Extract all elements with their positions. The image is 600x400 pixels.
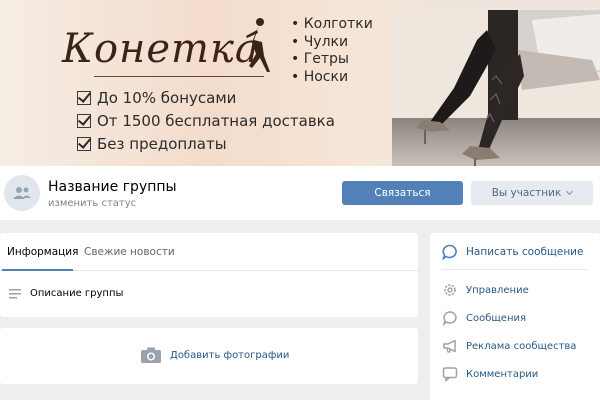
group-description-row[interactable]: Описание группы	[9, 288, 123, 299]
camera-icon	[141, 347, 161, 363]
perk-label: От 1500 бесплатная доставка	[97, 111, 335, 130]
photos-card: Добавить фотографии	[0, 328, 418, 384]
gear-icon	[444, 284, 456, 296]
menu-item-label: Сообщения	[466, 312, 527, 324]
membership-dropdown[interactable]: Вы участник	[471, 181, 593, 205]
info-card: Информация Свежие новости Описание групп…	[0, 233, 418, 317]
checkbox-checked-icon	[77, 136, 91, 151]
perk-item: От 1500 бесплатная доставка	[77, 109, 335, 132]
group-description-label: Описание группы	[30, 288, 124, 299]
add-photos-button[interactable]: Добавить фотографии	[141, 347, 289, 363]
active-tab-indicator	[2, 269, 73, 271]
chevron-down-icon	[566, 187, 574, 196]
write-message-label: Написать сообщение	[466, 246, 584, 258]
actions-menu: Написать сообщение Управление Сообщения …	[430, 233, 600, 400]
group-users-icon	[13, 187, 31, 199]
group-avatar[interactable]	[4, 175, 40, 211]
message-icon	[442, 311, 457, 326]
menu-item-label: Управление	[466, 284, 529, 296]
dancer-silhouette-icon	[246, 18, 270, 72]
product-item: • Колготки	[291, 16, 373, 32]
group-name: Название группы	[48, 179, 177, 195]
menu-item-messages[interactable]: Сообщения	[442, 310, 526, 326]
megaphone-icon	[443, 339, 456, 353]
menu-item-ads[interactable]: Реклама сообщества	[442, 338, 576, 354]
perk-label: Без предоплаты	[97, 134, 227, 153]
brand-logo: Конетка	[62, 26, 260, 72]
edit-status-link[interactable]: изменить статус	[48, 198, 136, 209]
menu-divider	[442, 269, 588, 270]
tab-information[interactable]: Информация	[7, 246, 78, 258]
group-cover: Конетка • Колготки • Чулки • Гетры • Нос…	[0, 0, 600, 166]
tab-fresh-news[interactable]: Свежие новости	[84, 246, 175, 258]
membership-label: Вы участник	[491, 187, 562, 199]
logo-underline	[94, 76, 264, 77]
message-bubble-icon	[442, 244, 457, 260]
text-lines-icon	[9, 288, 21, 298]
menu-item-label: Реклама сообщества	[466, 340, 577, 352]
product-item: • Чулки	[291, 33, 349, 50]
perk-item: Без предоплаты	[77, 132, 335, 155]
product-item: • Носки	[291, 68, 349, 85]
perk-item: До 10% бонусами	[77, 86, 335, 109]
product-item: • Гетры	[291, 51, 349, 67]
add-photos-label: Добавить фотографии	[170, 349, 290, 361]
checkbox-checked-icon	[77, 90, 91, 105]
contact-button-label: Связаться	[374, 187, 431, 199]
write-message-button[interactable]: Написать сообщение	[442, 244, 583, 260]
tab-bar: Информация Свежие новости	[0, 233, 418, 271]
menu-item-label: Комментарии	[466, 368, 539, 380]
cover-photo	[392, 10, 600, 166]
menu-item-management[interactable]: Управление	[442, 282, 529, 298]
product-list: • Колготки • Чулки • Гетры • Носки	[291, 16, 373, 86]
checkbox-checked-icon	[77, 113, 91, 128]
contact-button[interactable]: Связаться	[342, 181, 463, 205]
perks-list: До 10% бонусами От 1500 бесплатная доста…	[77, 86, 335, 155]
perk-label: До 10% бонусами	[97, 88, 237, 107]
comment-icon	[442, 367, 458, 382]
menu-item-comments[interactable]: Комментарии	[442, 366, 538, 382]
